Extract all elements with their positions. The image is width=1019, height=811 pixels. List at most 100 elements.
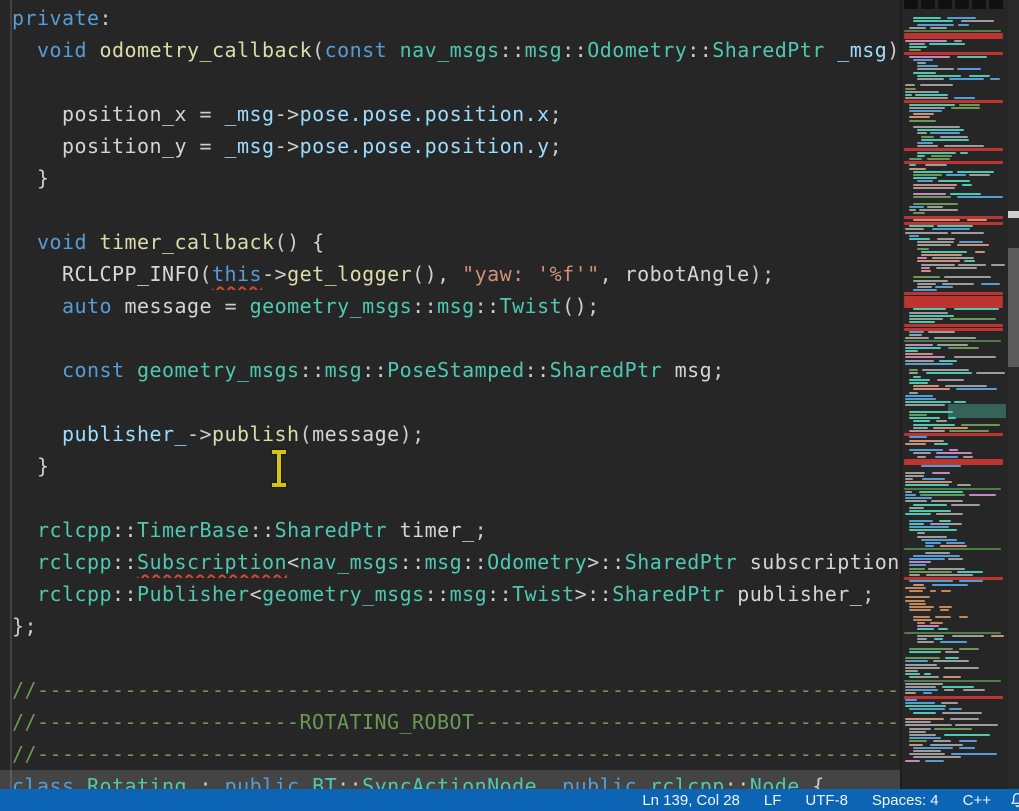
minimap-line: [959, 616, 968, 618]
minimap-line: [951, 232, 984, 234]
minimap-line: [922, 369, 969, 371]
minimap-line: [945, 657, 959, 659]
minimap-line: [921, 267, 930, 269]
minimap-line: [917, 628, 934, 630]
minimap-line: [904, 548, 1001, 550]
status-cursor-position[interactable]: Ln 139, Col 28: [642, 792, 740, 809]
minimap-line: [909, 558, 945, 560]
minimap-line: [925, 760, 944, 762]
minimap-line: [957, 171, 994, 173]
minimap-line: [905, 699, 917, 701]
minimap[interactable]: [902, 0, 1008, 789]
minimap-line: [932, 257, 974, 259]
minimap-line: [905, 692, 916, 694]
minimap-line: [976, 372, 1005, 374]
minimap-line: [917, 155, 925, 157]
minimap-line: [940, 609, 949, 611]
minimap-line: [917, 456, 926, 458]
minimap-line: [939, 360, 957, 362]
minimap-line: [959, 740, 977, 742]
notifications-bell-icon[interactable]: [1009, 792, 1019, 811]
minimap-line: [909, 331, 924, 333]
minimap-line: [935, 456, 958, 458]
minimap-line: [909, 440, 944, 442]
minimap-line: [905, 667, 940, 669]
editor-scrollbar[interactable]: [1008, 0, 1019, 789]
minimap-line: [913, 20, 953, 22]
minimap-line: [904, 696, 1003, 699]
minimap-line: [944, 667, 979, 669]
minimap-line: [904, 324, 1003, 327]
minimap-line: [909, 529, 957, 531]
code-line: [0, 642, 902, 674]
minimap-line: [948, 558, 963, 560]
minimap-line: [954, 40, 962, 42]
minimap-line: [925, 164, 948, 166]
minimap-line: [917, 532, 925, 534]
code-line: publisher_->publish(message);: [0, 418, 902, 450]
minimap-line: [909, 110, 942, 112]
minimap-line: [909, 321, 935, 323]
minimap-line: [909, 27, 926, 29]
minimap-line: [949, 78, 984, 80]
minimap-line: [909, 603, 926, 605]
minimap-line: [936, 513, 964, 515]
minimap-line: [905, 721, 931, 723]
minimap-line: [930, 27, 947, 29]
status-bar: Ln 139, Col 28 LF UTF-8 Spaces: 4 C++: [0, 789, 1019, 811]
minimap-line: [940, 545, 967, 547]
status-encoding[interactable]: UTF-8: [805, 792, 848, 809]
minimap-line: [923, 692, 932, 694]
minimap-line: [921, 270, 931, 272]
minimap-line: [961, 20, 994, 22]
code-editor[interactable]: private: void odometry_callback(const na…: [0, 0, 902, 789]
minimap-line: [921, 0, 935, 9]
minimap-line: [913, 424, 955, 426]
code-line: [0, 194, 902, 226]
minimap-line: [951, 753, 997, 755]
minimap-line: [958, 24, 969, 26]
minimap-line: [963, 456, 974, 458]
minimap-line: [909, 574, 920, 576]
minimap-line: [909, 520, 933, 522]
scrollbar-decoration-tick: [1008, 211, 1019, 218]
minimap-line: [909, 708, 945, 710]
minimap-line: [930, 132, 960, 134]
minimap-line: [917, 68, 954, 70]
status-eol-sequence[interactable]: LF: [764, 792, 782, 809]
minimap-line: [917, 65, 938, 67]
code-line: rclcpp::Publisher<geometry_msgs::msg::Tw…: [0, 578, 902, 610]
minimap-line: [954, 401, 966, 403]
minimap-line: [917, 132, 927, 134]
minimap-line: [913, 747, 953, 749]
minimap-line: [969, 494, 996, 496]
minimap-line: [939, 606, 952, 608]
minimap-line: [913, 113, 934, 115]
minimap-line: [905, 718, 944, 720]
minimap-line: [905, 472, 925, 474]
minimap-line: [917, 625, 939, 627]
minimap-line: [921, 465, 961, 467]
minimap-line: [917, 145, 938, 147]
minimap-line: [957, 56, 987, 58]
minimap-line: [909, 206, 924, 208]
minimap-line: [917, 641, 934, 643]
minimap-line: [913, 17, 941, 19]
minimap-line: [909, 49, 921, 51]
status-language-mode[interactable]: C++: [963, 792, 991, 809]
minimap-line: [913, 452, 931, 454]
minimap-line: [932, 584, 968, 586]
minimap-line: [904, 100, 1003, 103]
minimap-line: [950, 318, 996, 320]
minimap-line: [904, 36, 1003, 39]
minimap-line: [913, 289, 937, 291]
minimap-line: [905, 484, 949, 486]
minimap-line: [930, 622, 943, 624]
minimap-line: [934, 638, 944, 640]
status-indentation[interactable]: Spaces: 4: [872, 792, 939, 809]
minimap-line: [909, 648, 953, 650]
code-area[interactable]: private: void odometry_callback(const na…: [0, 2, 902, 789]
minimap-line: [909, 507, 924, 509]
scrollbar-thumb[interactable]: [1008, 248, 1019, 367]
minimap-line: [917, 241, 954, 243]
